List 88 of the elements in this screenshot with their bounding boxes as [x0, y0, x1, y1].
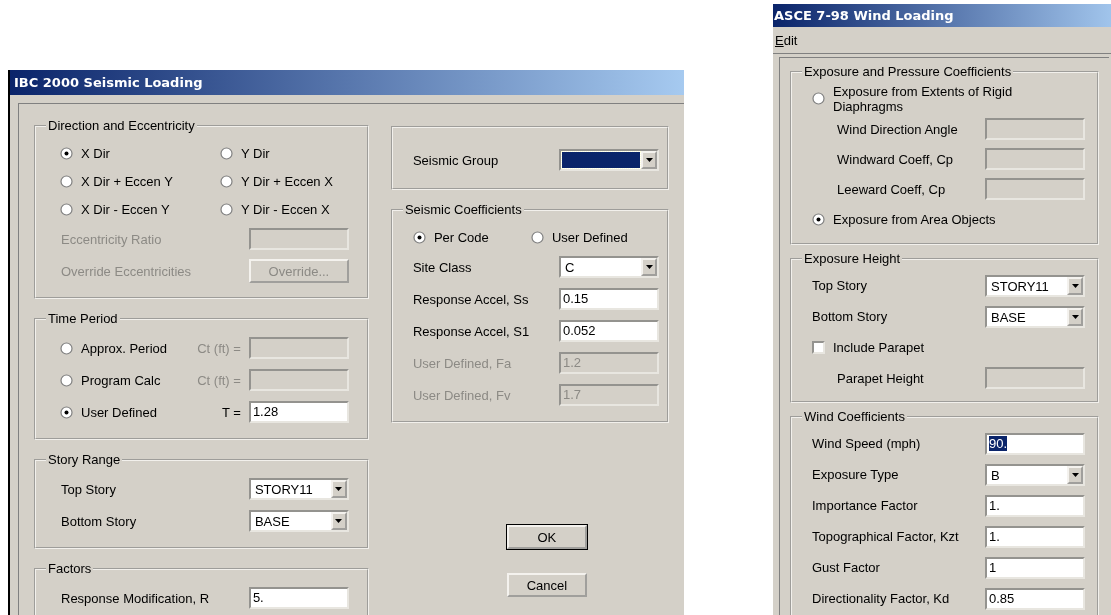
group-title: Factors	[47, 561, 93, 576]
field-label: Response Accel, Ss	[412, 291, 530, 307]
radio-button[interactable]	[220, 174, 233, 188]
radio-button[interactable]	[220, 202, 233, 216]
group-title: Story Range	[47, 452, 122, 467]
field-label: Site Class	[412, 259, 473, 275]
input-field[interactable]: 90.	[985, 432, 1085, 455]
field-label: Seismic Group	[412, 152, 500, 168]
input-field[interactable]: 5.	[248, 587, 349, 609]
dropdown-field[interactable]	[559, 149, 659, 171]
radio-label: X Dir	[81, 145, 110, 161]
field-label: User Defined, Fv	[412, 387, 512, 403]
field-label: Top Story	[812, 278, 868, 293]
field-label: User Defined, Fa	[412, 355, 513, 371]
group-title: Direction and Eccentricity	[47, 118, 196, 133]
field-label: Bottom Story	[812, 309, 889, 324]
field-label: Gust Factor	[812, 560, 881, 575]
radio-button[interactable]	[812, 92, 825, 105]
field-label: Leeward Coeff, Cp	[836, 181, 947, 197]
field-label: Directionality Factor, Kd	[812, 591, 951, 606]
dialog-button[interactable]: OK	[506, 525, 587, 549]
radio-label: X Dir - Eccen Y	[81, 201, 170, 217]
caret-icon	[335, 519, 343, 523]
radio-button[interactable]	[412, 230, 426, 244]
field-label: Bottom Story	[60, 513, 138, 529]
radio-label: Y Dir	[241, 145, 270, 161]
field-label: Wind Speed (mph)	[812, 436, 922, 451]
window-title: IBC 2000 Seismic Loading	[10, 70, 684, 95]
radio-button[interactable]	[812, 213, 825, 226]
field-label: Windward Coeff, Cp	[836, 151, 955, 167]
group-title: Seismic Coefficients	[403, 202, 523, 217]
radio-button[interactable]	[60, 146, 73, 160]
dropdown-field[interactable]: BASE	[248, 510, 349, 532]
radio-label: User Defined	[81, 404, 157, 420]
checkbox[interactable]	[812, 341, 825, 354]
field-label: Ct (ft) =	[197, 340, 241, 356]
input-field[interactable]: 1.	[985, 525, 1085, 548]
field-label: Response Accel, S1	[412, 323, 531, 339]
field-label: Exposure Type	[812, 467, 900, 482]
radio-button[interactable]	[530, 230, 544, 244]
caret-icon	[335, 487, 343, 491]
field-label: Top Story	[60, 481, 117, 497]
field-label: Parapet Height	[836, 370, 925, 386]
field-label: T =	[221, 404, 241, 420]
input-field[interactable]: 1	[985, 556, 1085, 579]
radio-label: Exposure from Area Objects	[833, 212, 996, 227]
window-title: ASCE 7-98 Wind Loading	[773, 4, 1111, 27]
group-title: Exposure Height	[803, 251, 902, 266]
caret-icon	[1071, 472, 1079, 477]
field-label: Eccentricity Ratio	[60, 231, 163, 247]
group-title: Wind Coefficients	[803, 409, 906, 424]
radio-label: Y Dir - Eccen X	[241, 201, 330, 217]
caret-icon	[1071, 283, 1079, 288]
group-title: Exposure and Pressure Coefficients	[803, 64, 1013, 79]
radio-button[interactable]	[60, 202, 73, 216]
input-field[interactable]: 1.28	[248, 401, 349, 423]
field-label: Importance Factor	[812, 498, 919, 513]
dropdown-field[interactable]: BASE	[985, 305, 1085, 328]
dropdown-field[interactable]: B	[985, 463, 1085, 486]
caret-icon	[1071, 314, 1079, 319]
field-label: Wind Direction Angle	[836, 121, 959, 137]
dialog-button[interactable]: Cancel	[506, 573, 587, 597]
radio-label: Exposure from Extents of Rigid Diaphragms	[833, 83, 1014, 114]
radio-label: User Defined	[551, 229, 628, 245]
dropdown-field[interactable]: STORY11	[985, 274, 1085, 297]
radio-label: Approx. Period	[81, 340, 167, 356]
radio-button[interactable]	[60, 405, 73, 419]
input-field[interactable]: 0.052	[559, 320, 659, 342]
field-label: Topographical Factor, Kzt	[812, 529, 960, 544]
caret-icon	[645, 265, 653, 269]
radio-button[interactable]	[60, 174, 73, 188]
radio-label: X Dir + Eccen Y	[81, 173, 173, 189]
field-label: Ct (ft) =	[197, 372, 241, 388]
group-title: Time Period	[47, 311, 119, 326]
input-field[interactable]: 0.15	[559, 288, 659, 310]
radio-label: Program Calc	[81, 372, 161, 388]
input-field[interactable]: 1.	[985, 494, 1085, 517]
field-label: Override Eccentricities	[60, 263, 193, 279]
dropdown-field[interactable]: C	[559, 256, 659, 278]
radio-label: Y Dir + Eccen X	[241, 173, 333, 189]
input-field[interactable]: 0.85	[985, 587, 1085, 610]
caret-icon	[645, 158, 653, 162]
dropdown-field[interactable]: STORY11	[248, 478, 349, 500]
menu-item[interactable]: Edit	[775, 32, 798, 48]
radio-button[interactable]	[220, 146, 233, 160]
radio-label: Per Code	[433, 229, 489, 245]
field-label: Response Modification, R	[60, 590, 211, 606]
checkbox-label: Include Parapet	[833, 340, 925, 355]
